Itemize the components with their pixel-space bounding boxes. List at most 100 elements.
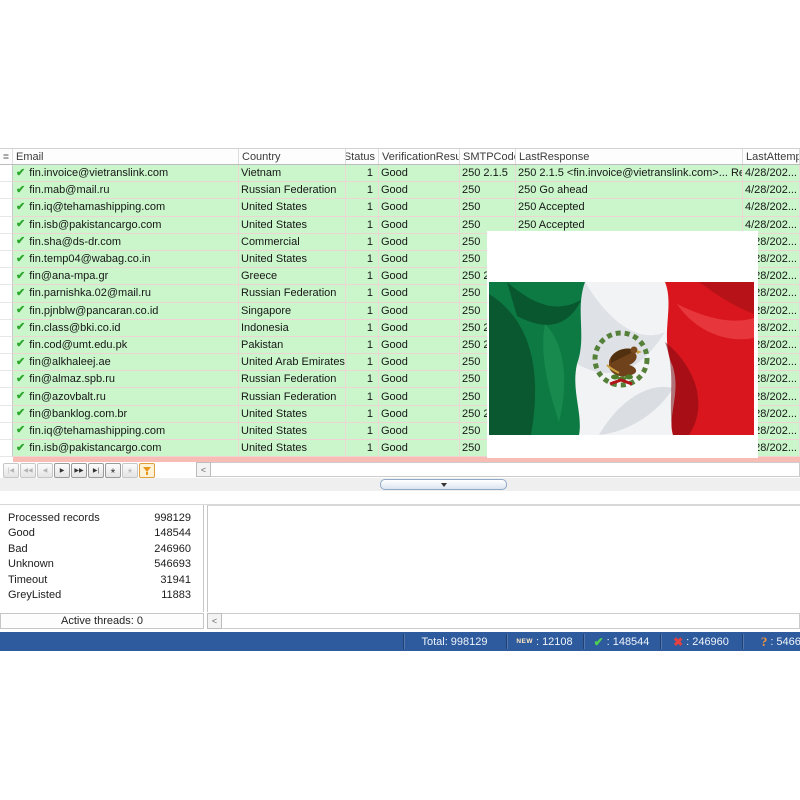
cell-smtp: 250 <box>460 199 516 216</box>
email-text: fin.invoice@vietranslink.com <box>29 167 168 179</box>
first-record-button[interactable]: |◀ <box>3 463 19 478</box>
email-text: fin.isb@pakistancargo.com <box>29 219 161 231</box>
cell-attempt: 4/28/202... <box>743 199 800 216</box>
column-header-email[interactable]: Email <box>13 149 239 164</box>
check-icon: ✔ <box>594 635 604 649</box>
total-value: 998129 <box>451 636 488 648</box>
row-indicator-cell <box>0 440 13 457</box>
column-header-response[interactable]: LastResponse <box>516 149 743 164</box>
email-text: fin.iq@tehamashipping.com <box>29 425 165 437</box>
email-text: fin.temp04@wabag.co.in <box>29 253 150 265</box>
stats-list: Processed records998129Good148544Bad2469… <box>0 505 203 603</box>
cell-country: Commercial <box>239 234 346 251</box>
grid-header: ≣EmailCountryStatusVerificationResultSMT… <box>0 148 800 165</box>
statusbar-separator: : <box>770 636 773 648</box>
cell-status: 1 <box>346 337 379 354</box>
scroll-track[interactable] <box>211 462 800 477</box>
grid-horizontal-scrollbar[interactable]: < <box>196 462 800 477</box>
good-value: 148544 <box>613 636 650 648</box>
cell-email: ✔fin.isb@pakistancargo.com <box>13 440 239 457</box>
stat-value: 148544 <box>154 527 191 539</box>
prior-record-button[interactable]: ◀ <box>37 463 53 478</box>
edit-record-button[interactable]: * <box>122 463 138 478</box>
check-icon: ✔ <box>16 305 25 316</box>
check-icon: ✔ <box>16 322 25 333</box>
row-indicator-cell <box>0 182 13 199</box>
stat-label: Bad <box>8 543 28 555</box>
mexico-flag-image <box>487 231 758 458</box>
cell-result: Good <box>379 217 460 234</box>
column-header-result[interactable]: VerificationResult <box>379 149 460 164</box>
splitter-collapse-button[interactable] <box>380 479 507 490</box>
email-text: fin@ana-mpa.gr <box>29 270 108 282</box>
cell-country: Russian Federation <box>239 285 346 302</box>
statusbar-unknown: ? : 546693 <box>742 632 800 651</box>
scroll-left-button[interactable]: < <box>196 462 211 477</box>
stat-value: 246960 <box>154 543 191 555</box>
email-text: fin@almaz.spb.ru <box>29 373 115 385</box>
table-row[interactable]: ✔fin.mab@mail.ruRussian Federation1Good2… <box>0 182 800 199</box>
cell-result: Good <box>379 268 460 285</box>
scroll-track[interactable] <box>222 613 800 629</box>
row-indicator-header[interactable]: ≣ <box>0 149 13 164</box>
prior-page-button[interactable]: ◀◀ <box>20 463 36 478</box>
column-header-attempt[interactable]: LastAttempt <box>743 149 800 164</box>
filter-button[interactable] <box>139 463 155 478</box>
row-indicator-cell <box>0 165 13 182</box>
row-indicator-cell <box>0 285 13 302</box>
new-value: 12108 <box>542 636 573 648</box>
table-row[interactable]: ✔fin.iq@tehamashipping.comUnited States1… <box>0 199 800 216</box>
cell-country: United States <box>239 423 346 440</box>
cell-email: ✔fin@azovbalt.ru <box>13 388 239 405</box>
cell-country: Indonesia <box>239 320 346 337</box>
column-header-country[interactable]: Country <box>239 149 346 164</box>
row-indicator-cell <box>0 354 13 371</box>
cell-email: ✔fin.cod@umt.edu.pk <box>13 337 239 354</box>
stat-label: GreyListed <box>8 589 61 601</box>
row-indicator-cell <box>0 388 13 405</box>
insert-record-button[interactable]: * <box>105 463 121 478</box>
column-header-smtp[interactable]: SMTPCode <box>460 149 516 164</box>
statusbar-separator: : <box>607 636 610 648</box>
cell-email: ✔fin@alkhaleej.ae <box>13 354 239 371</box>
stat-row: Good148544 <box>0 526 203 542</box>
cell-status: 1 <box>346 268 379 285</box>
email-text: fin.parnishka.02@mail.ru <box>29 287 151 299</box>
grid-options-icon: ≣ <box>3 153 10 161</box>
check-icon: ✔ <box>16 288 25 299</box>
column-header-status[interactable]: Status <box>346 149 379 164</box>
table-row[interactable]: ✔fin.invoice@vietranslink.comVietnam1Goo… <box>0 165 800 182</box>
total-label: Total: <box>421 636 447 648</box>
stat-row: Unknown546693 <box>0 557 203 573</box>
cell-country: United States <box>239 440 346 457</box>
last-record-button[interactable]: ▶| <box>88 463 104 478</box>
scroll-left-button[interactable]: < <box>207 613 222 629</box>
check-icon: ✔ <box>16 236 25 247</box>
row-indicator-cell <box>0 268 13 285</box>
log-panel <box>207 505 800 612</box>
stat-label: Unknown <box>8 558 54 570</box>
next-page-button[interactable]: ▶▶ <box>71 463 87 478</box>
next-record-button[interactable]: ▶ <box>54 463 70 478</box>
cell-country: Pakistan <box>239 337 346 354</box>
cell-attempt: 4/28/202... <box>743 165 800 182</box>
cell-email: ✔fin.class@bki.co.id <box>13 320 239 337</box>
bottom-scrollbar[interactable]: < <box>207 613 800 629</box>
email-text: fin@azovbalt.ru <box>29 391 106 403</box>
check-icon: ✔ <box>16 339 25 350</box>
stat-value: 11883 <box>161 589 191 601</box>
cell-country: United States <box>239 406 346 423</box>
cell-result: Good <box>379 388 460 405</box>
cell-email: ✔fin.sha@ds-dr.com <box>13 234 239 251</box>
cell-country: Russian Federation <box>239 388 346 405</box>
stats-panel: Processed records998129Good148544Bad2469… <box>0 505 204 612</box>
cell-attempt: 4/28/202... <box>743 182 800 199</box>
cell-result: Good <box>379 234 460 251</box>
cell-country: Greece <box>239 268 346 285</box>
cell-status: 1 <box>346 423 379 440</box>
email-text: fin.iq@tehamashipping.com <box>29 201 165 213</box>
check-icon: ✔ <box>16 168 25 179</box>
mexico-flag-graphic <box>489 282 754 435</box>
cell-email: ✔fin.mab@mail.ru <box>13 182 239 199</box>
splitter-bar[interactable] <box>0 478 800 491</box>
